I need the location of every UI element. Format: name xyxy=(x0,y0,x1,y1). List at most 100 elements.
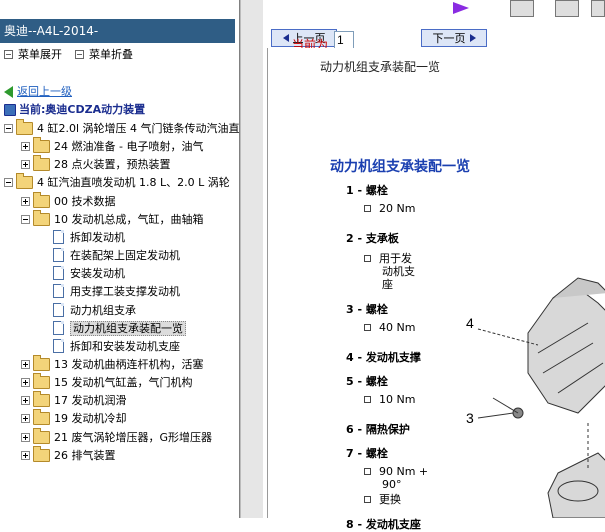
next-page-button[interactable]: 下一页 xyxy=(421,29,487,47)
expand-toggle-icon[interactable] xyxy=(21,159,30,169)
toolbar-button-2[interactable] xyxy=(555,0,579,17)
tree-doc-item[interactable]: 在装配架上固定发动机 xyxy=(53,248,180,264)
tree-item-label: 动力机组支承装配一览 xyxy=(70,321,186,336)
part-item: 8 - 发动机支座 xyxy=(346,518,421,531)
figure-label-3: 3 xyxy=(466,410,474,426)
toolbar-button-1[interactable] xyxy=(510,0,534,17)
back-link-label: 返回上一级 xyxy=(17,85,72,98)
collapse-toggle-icon[interactable] xyxy=(4,123,13,133)
tree-doc-item[interactable]: 拆卸发动机 xyxy=(53,230,125,246)
tree-item-label: 15 发动机气缸盖，气门机构 xyxy=(54,376,193,389)
folder-icon xyxy=(33,209,50,226)
collapse-toggle-icon[interactable] xyxy=(21,214,30,224)
tree-folder-item[interactable]: 10 发动机总成，气缸，曲轴箱 xyxy=(21,209,204,228)
folder-icon xyxy=(33,354,50,371)
part-spec-text: 40 Nm xyxy=(379,321,416,334)
tree-item-label: 用支撑工装支撑发动机 xyxy=(70,285,180,298)
tree-item-label: 26 排气装置 xyxy=(54,449,116,462)
part-spec: 20 Nm xyxy=(364,202,415,215)
part-spec-text: 20 Nm xyxy=(379,202,416,215)
expand-toggle-icon[interactable] xyxy=(21,395,30,405)
tree-doc-item[interactable]: 用支撑工装支撑发动机 xyxy=(53,284,180,300)
tree-item-label: 19 发动机冷却 xyxy=(54,412,127,425)
tree-item-label: 13 发动机曲柄连杆机构，活塞 xyxy=(54,358,204,371)
expand-toggle-icon[interactable] xyxy=(21,359,30,369)
tree-doc-item[interactable]: 拆卸和安装发动机支座 xyxy=(53,339,180,355)
tree-folder-item[interactable]: 24 燃油准备 - 电子喷射，油气 xyxy=(21,136,204,155)
play-icon[interactable] xyxy=(453,2,469,14)
current-page-input[interactable] xyxy=(334,31,354,49)
tree-folder-item[interactable]: 28 点火装置，预热装置 xyxy=(21,154,171,173)
bullet-icon xyxy=(364,495,371,503)
folder-icon xyxy=(33,191,50,208)
folder-icon xyxy=(33,427,50,444)
assembly-figure: 4 3 xyxy=(466,277,605,518)
document-icon xyxy=(53,284,64,298)
computer-icon xyxy=(4,104,16,116)
folder-icon xyxy=(33,372,50,389)
tree-folder-item[interactable]: 13 发动机曲柄连杆机构，活塞 xyxy=(21,354,204,373)
document-page: 动力机组支承装配一览 动力机组支承装配一览 1 - 螺栓 20 Nm 2 - 支承板… xyxy=(267,48,605,531)
expand-toggle-icon[interactable] xyxy=(21,413,30,423)
menu-expand-label: 菜单展开 xyxy=(18,48,62,61)
folder-icon xyxy=(33,408,50,425)
bolt-shaft xyxy=(492,397,519,414)
collapse-icon xyxy=(75,49,84,59)
part-item: 4 - 发动机支撑 xyxy=(346,351,421,364)
expand-toggle-icon[interactable] xyxy=(21,196,30,206)
tree-item-label: 4 缸汽油直喷发动机 1.8 L、2.0 L 涡轮 xyxy=(37,176,230,189)
back-link[interactable]: 返回上一级 xyxy=(4,83,72,99)
menu-collapse-button[interactable]: 菜单折叠 xyxy=(75,48,133,62)
part-spec-text: 座 xyxy=(382,278,393,291)
document-icon xyxy=(53,266,64,280)
left-pane-title: 奥迪--A4L-2014- xyxy=(0,19,235,43)
current-location: 当前:奥迪CDZA动力装置 xyxy=(4,101,145,117)
menu-expand-button[interactable]: 菜单展开 xyxy=(4,48,62,62)
bullet-icon xyxy=(364,467,371,475)
expand-toggle-icon[interactable] xyxy=(21,141,30,151)
tree-folder-item[interactable]: 17 发动机润滑 xyxy=(21,390,127,409)
folder-icon xyxy=(33,136,50,153)
tree-doc-item[interactable]: 动力机组支承 xyxy=(53,303,136,319)
next-arrow-icon xyxy=(469,34,476,42)
bullet-icon xyxy=(364,204,371,212)
tree-folder-item[interactable]: 21 废气涡轮增压器，G形增压器 xyxy=(21,427,212,446)
expand-toggle-icon[interactable] xyxy=(21,377,30,387)
tree-item-label: 拆卸发动机 xyxy=(70,231,125,244)
document-icon xyxy=(53,321,64,335)
engine-mount-bracket xyxy=(527,287,605,414)
tree-folder-item[interactable]: 26 排气装置 xyxy=(21,445,116,464)
expand-toggle-icon[interactable] xyxy=(21,450,30,460)
part-item: 3 - 螺栓 xyxy=(346,303,388,316)
part-spec: 座 xyxy=(382,276,393,292)
leader-line-3 xyxy=(477,412,514,419)
toolbar-button-3[interactable] xyxy=(591,0,605,17)
document-icon xyxy=(53,230,64,244)
tree-folder-item[interactable]: 4 缸汽油直喷发动机 1.8 L、2.0 L 涡轮 xyxy=(4,172,230,191)
part-spec-text: 90 Nm + xyxy=(379,465,429,478)
part-item: 1 - 螺栓 xyxy=(346,184,388,197)
expand-icon xyxy=(4,49,13,59)
collapse-toggle-icon[interactable] xyxy=(4,177,13,187)
tree-doc-item[interactable]: 安装发动机 xyxy=(53,266,125,282)
tree-doc-item[interactable]: 动力机组支承装配一览 xyxy=(53,321,186,337)
lower-mount xyxy=(547,452,605,518)
tree-item-label: 10 发动机总成，气缸，曲轴箱 xyxy=(54,213,204,226)
tree-item-label: 24 燃油准备 - 电子喷射，油气 xyxy=(54,140,204,153)
part-spec-text: 10 Nm xyxy=(379,393,416,406)
expand-toggle-icon[interactable] xyxy=(21,432,30,442)
tree-item-label: 拆卸和安装发动机支座 xyxy=(70,340,180,353)
folder-icon xyxy=(16,118,33,135)
tree-folder-item[interactable]: 19 发动机冷却 xyxy=(21,408,127,427)
part-spec: 10 Nm xyxy=(364,393,415,406)
prev-arrow-icon xyxy=(282,34,289,42)
bullet-icon xyxy=(364,254,371,262)
tree-item-label: 28 点火装置，预热装置 xyxy=(54,158,171,171)
tree-folder-item[interactable]: 15 发动机气缸盖，气门机构 xyxy=(21,372,193,391)
tree-folder-item[interactable]: 4 缸2.0l 涡轮增压 4 气门链条传动汽油直 xyxy=(4,118,239,137)
part-item: 5 - 螺栓 xyxy=(346,375,388,388)
part-spec: 90 Nm + xyxy=(364,465,428,478)
tree-folder-item[interactable]: 00 技术数据 xyxy=(21,191,116,210)
pane-splitter[interactable] xyxy=(240,0,264,518)
tree-item-label: 动力机组支承 xyxy=(70,304,136,317)
